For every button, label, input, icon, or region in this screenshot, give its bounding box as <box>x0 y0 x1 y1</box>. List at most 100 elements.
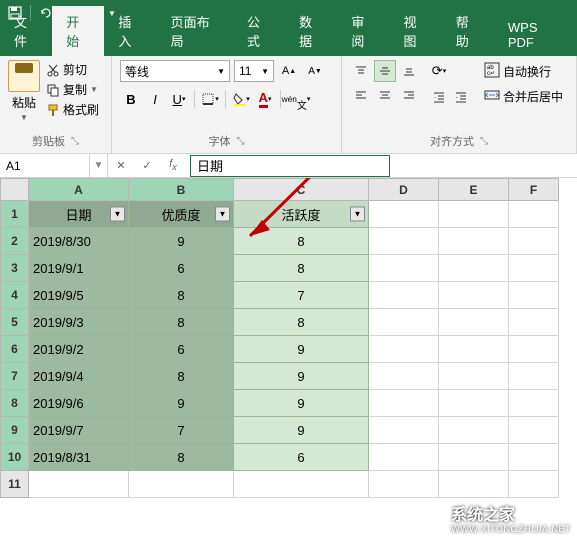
fill-color-button[interactable]: ▾ <box>230 88 252 110</box>
cell-B2[interactable]: 9 <box>129 228 234 255</box>
bold-button[interactable]: B <box>120 88 142 110</box>
cell-D8[interactable] <box>369 390 439 417</box>
fx-icon[interactable]: fx <box>160 158 186 172</box>
cell-F10[interactable] <box>509 444 559 471</box>
cell-B5[interactable]: 8 <box>129 309 234 336</box>
filter-icon[interactable]: ▼ <box>350 207 365 222</box>
align-middle-icon[interactable] <box>374 60 396 82</box>
cell-F1[interactable] <box>509 201 559 228</box>
cell-F9[interactable] <box>509 417 559 444</box>
font-name-select[interactable]: 等线▼ <box>120 60 230 82</box>
row-header-1[interactable]: 1 <box>1 201 29 228</box>
cell-A7[interactable]: 2019/9/4 <box>29 363 129 390</box>
tab-help[interactable]: 帮助 <box>442 6 494 56</box>
cell-C8[interactable]: 9 <box>234 390 369 417</box>
row-header-11[interactable]: 11 <box>1 471 29 498</box>
cell-D7[interactable] <box>369 363 439 390</box>
increase-font-icon[interactable]: A▲ <box>278 60 300 82</box>
cell-B11[interactable] <box>129 471 234 498</box>
cut-button[interactable]: 剪切 <box>44 60 101 79</box>
select-all-corner[interactable] <box>1 179 29 201</box>
tab-home[interactable]: 开始 <box>52 6 104 56</box>
row-header-7[interactable]: 7 <box>1 363 29 390</box>
cell-C6[interactable]: 9 <box>234 336 369 363</box>
row-header-4[interactable]: 4 <box>1 282 29 309</box>
tab-view[interactable]: 视图 <box>390 6 442 56</box>
filter-icon[interactable]: ▼ <box>110 207 125 222</box>
row-header-6[interactable]: 6 <box>1 336 29 363</box>
filter-icon[interactable]: ▼ <box>215 207 230 222</box>
cell-D10[interactable] <box>369 444 439 471</box>
cell-E9[interactable] <box>439 417 509 444</box>
row-header-8[interactable]: 8 <box>1 390 29 417</box>
cell-D11[interactable] <box>369 471 439 498</box>
cell-F3[interactable] <box>509 255 559 282</box>
cell-E8[interactable] <box>439 390 509 417</box>
col-header-E[interactable]: E <box>439 179 509 201</box>
cell-C11[interactable] <box>234 471 369 498</box>
cell-C3[interactable]: 8 <box>234 255 369 282</box>
row-header-5[interactable]: 5 <box>1 309 29 336</box>
cell-B3[interactable]: 6 <box>129 255 234 282</box>
cell-F11[interactable] <box>509 471 559 498</box>
cell-F5[interactable] <box>509 309 559 336</box>
col-header-A[interactable]: A <box>29 179 129 201</box>
cell-F2[interactable] <box>509 228 559 255</box>
font-size-select[interactable]: 11▼ <box>234 60 274 82</box>
cell-C4[interactable]: 7 <box>234 282 369 309</box>
cell-E2[interactable] <box>439 228 509 255</box>
cell-B4[interactable]: 8 <box>129 282 234 309</box>
increase-indent-icon[interactable] <box>450 86 472 108</box>
tab-layout[interactable]: 页面布局 <box>157 6 233 56</box>
col-header-D[interactable]: D <box>369 179 439 201</box>
cell-E1[interactable] <box>439 201 509 228</box>
clipboard-launcher-icon[interactable]: ⤡ <box>71 136 79 147</box>
cell-D4[interactable] <box>369 282 439 309</box>
cell-A4[interactable]: 2019/9/5 <box>29 282 129 309</box>
align-top-icon[interactable] <box>350 60 372 82</box>
cell-C9[interactable]: 9 <box>234 417 369 444</box>
cell-E5[interactable] <box>439 309 509 336</box>
cell-C7[interactable]: 9 <box>234 363 369 390</box>
cell-A3[interactable]: 2019/9/1 <box>29 255 129 282</box>
cell-F7[interactable] <box>509 363 559 390</box>
alignment-launcher-icon[interactable]: ⤡ <box>480 136 488 147</box>
cell-D3[interactable] <box>369 255 439 282</box>
tab-review[interactable]: 审阅 <box>337 6 389 56</box>
table-header-A[interactable]: 日期▼ <box>29 201 129 228</box>
font-color-button[interactable]: A▾ <box>254 88 276 110</box>
table-header-C[interactable]: 活跃度▼ <box>234 201 369 228</box>
cell-A5[interactable]: 2019/9/3 <box>29 309 129 336</box>
border-button[interactable]: ▾ <box>199 88 221 110</box>
tab-insert[interactable]: 插入 <box>104 6 156 56</box>
spreadsheet-grid[interactable]: ABCDEF1日期▼优质度▼活跃度▼22019/8/309832019/9/16… <box>0 178 559 498</box>
col-header-C[interactable]: C <box>234 179 369 201</box>
tab-formula[interactable]: 公式 <box>233 6 285 56</box>
cell-F4[interactable] <box>509 282 559 309</box>
decrease-indent-icon[interactable] <box>428 86 450 108</box>
phonetic-button[interactable]: wén文▾ <box>285 88 307 110</box>
cell-A6[interactable]: 2019/9/2 <box>29 336 129 363</box>
name-box[interactable]: A1 <box>0 154 90 177</box>
cell-C10[interactable]: 6 <box>234 444 369 471</box>
cell-B6[interactable]: 6 <box>129 336 234 363</box>
cell-D1[interactable] <box>369 201 439 228</box>
cell-B7[interactable]: 8 <box>129 363 234 390</box>
namebox-dropdown-icon[interactable]: ▼ <box>90 154 108 177</box>
cell-C2[interactable]: 8 <box>234 228 369 255</box>
align-left-icon[interactable] <box>350 84 372 106</box>
wrap-text-button[interactable]: abc↵ 自动换行 <box>480 60 567 83</box>
col-header-B[interactable]: B <box>129 179 234 201</box>
formula-input[interactable] <box>190 155 390 177</box>
row-header-10[interactable]: 10 <box>1 444 29 471</box>
cell-A2[interactable]: 2019/8/30 <box>29 228 129 255</box>
format-painter-button[interactable]: 格式刷 <box>44 100 101 119</box>
cell-A9[interactable]: 2019/9/7 <box>29 417 129 444</box>
align-bottom-icon[interactable] <box>398 60 420 82</box>
row-header-2[interactable]: 2 <box>1 228 29 255</box>
table-header-B[interactable]: 优质度▼ <box>129 201 234 228</box>
cell-F6[interactable] <box>509 336 559 363</box>
cell-E4[interactable] <box>439 282 509 309</box>
cell-E7[interactable] <box>439 363 509 390</box>
cell-B9[interactable]: 7 <box>129 417 234 444</box>
